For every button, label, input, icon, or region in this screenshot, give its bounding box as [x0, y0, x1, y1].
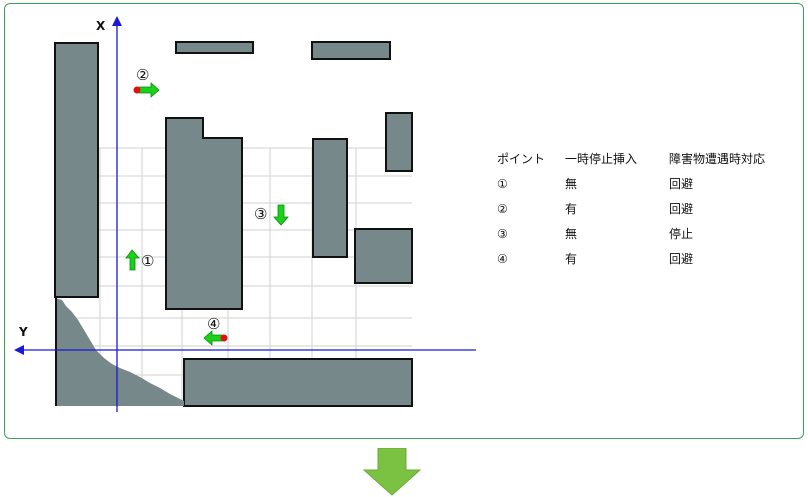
flow-down-arrow-icon — [362, 448, 422, 496]
x-axis-label: X — [96, 19, 106, 33]
cell-response: 回避 — [669, 252, 694, 266]
obstacle-center-block — [165, 117, 243, 310]
cell-pause: 有 — [565, 202, 578, 216]
cell-response: 回避 — [669, 177, 694, 191]
table-row: ③ 無 停止 — [497, 221, 799, 246]
cell-point: ② — [497, 201, 508, 216]
header-obstacle-response: 障害物遭遇時対応 — [669, 152, 766, 166]
slope-edge — [55, 298, 57, 406]
obstacle-left-wall — [54, 42, 99, 298]
obstacle-top-b — [311, 41, 391, 60]
cell-response: 停止 — [669, 227, 694, 241]
cell-pause: 無 — [565, 227, 578, 241]
obstacle-right-top — [385, 112, 413, 172]
header-pause-insert: 一時停止挿入 — [565, 152, 638, 166]
header-point: ポイント — [497, 152, 546, 166]
table-row: ④ 有 回避 — [497, 246, 799, 271]
robot-dot-icon — [133, 86, 141, 94]
obstacle-top-a — [175, 41, 254, 54]
cell-point: ① — [497, 176, 508, 191]
obstacle-bottom-wall — [183, 358, 413, 407]
cell-pause: 無 — [565, 177, 578, 191]
obstacle-right-mid — [354, 228, 413, 284]
cell-point: ④ — [497, 251, 508, 266]
cell-response: 回避 — [669, 202, 694, 216]
point-behavior-table: ポイント 一時停止挿入 障害物遭遇時対応 ① 無 回避 ② 有 回避 ③ 無 停… — [497, 146, 799, 271]
table-row: ① 無 回避 — [497, 171, 799, 196]
table-row: ② 有 回避 — [497, 196, 799, 221]
point-1-marker: ① — [125, 249, 154, 271]
point-3-label: ③ — [254, 205, 267, 223]
point-4-label: ④ — [207, 315, 220, 333]
cell-pause: 有 — [565, 252, 578, 266]
table-header-row: ポイント 一時停止挿入 障害物遭遇時対応 — [497, 146, 799, 171]
obstacle-mid-right — [312, 138, 348, 258]
x-axis-arrowhead — [112, 16, 122, 26]
point-1-label: ① — [141, 252, 154, 270]
y-axis-arrowhead — [14, 345, 24, 355]
robot-dot-icon — [220, 334, 228, 342]
point-2-label: ② — [136, 66, 149, 84]
cell-point: ③ — [497, 226, 508, 241]
y-axis-label: Y — [18, 325, 28, 339]
